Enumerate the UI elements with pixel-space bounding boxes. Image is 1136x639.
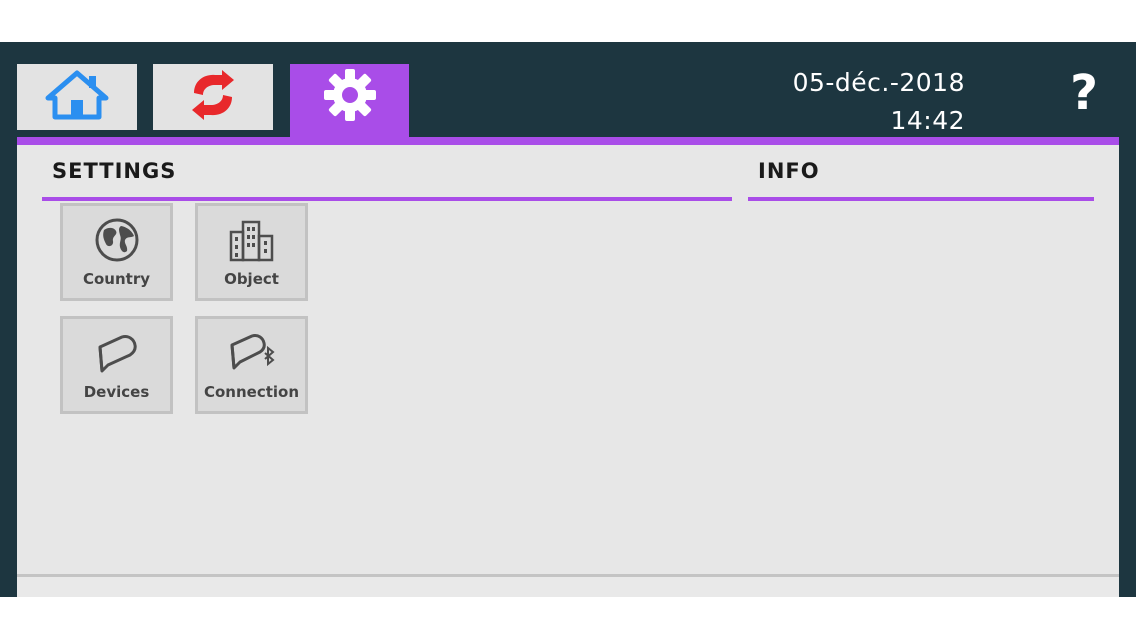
country-label: Country xyxy=(82,270,151,288)
object-label: Object xyxy=(224,270,279,288)
gear-icon xyxy=(322,67,378,127)
settings-section-title: SETTINGS xyxy=(42,159,732,201)
connection-label: Connection xyxy=(203,383,300,401)
tab-settings[interactable] xyxy=(290,64,409,138)
object-tile[interactable]: Object xyxy=(195,203,308,301)
country-tile[interactable]: Country xyxy=(60,203,173,301)
bottom-margin xyxy=(0,597,1136,639)
device-tag-icon xyxy=(92,331,142,375)
time-text: 14:42 xyxy=(890,106,965,135)
device-frame: 05-déc.-2018 14:42 ? SETTINGS INFO Count… xyxy=(0,42,1136,617)
buildings-icon xyxy=(228,218,276,262)
main-panel: SETTINGS INFO Country Object Devices Con… xyxy=(17,145,1119,574)
tab-home[interactable] xyxy=(17,64,137,130)
datetime-display: 05-déc.-2018 14:42 xyxy=(793,64,965,140)
help-button[interactable]: ? xyxy=(1064,68,1104,118)
devices-label: Devices xyxy=(83,383,150,401)
tab-sync[interactable] xyxy=(153,64,273,130)
date-text: 05-déc.-2018 xyxy=(792,68,965,97)
bluetooth-device-icon xyxy=(226,331,278,375)
home-icon xyxy=(45,70,109,124)
devices-tile[interactable]: Devices xyxy=(60,316,173,414)
sync-arrows-icon xyxy=(188,69,238,125)
globe-icon xyxy=(94,218,140,262)
tab-accent-bar xyxy=(17,137,1119,145)
connection-tile[interactable]: Connection xyxy=(195,316,308,414)
info-section-title: INFO xyxy=(748,159,1094,201)
